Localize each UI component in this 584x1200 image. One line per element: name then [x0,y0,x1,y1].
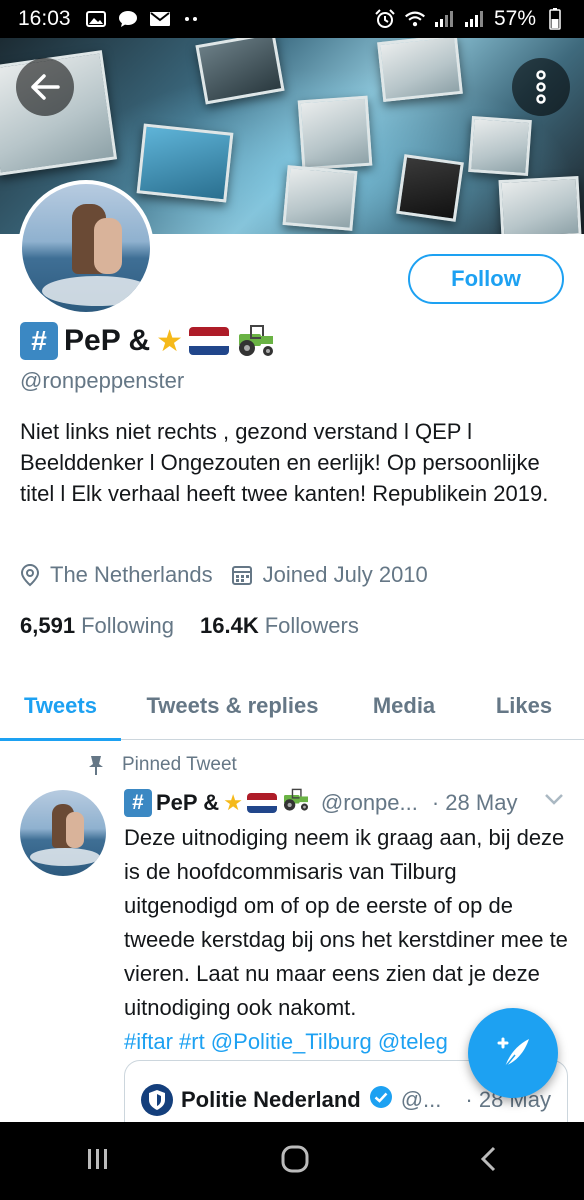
join-date: Joined July 2010 [231,562,428,588]
compose-feather-icon [497,1037,529,1068]
following-label: Following [81,613,174,638]
follow-button[interactable]: Follow [408,254,564,304]
status-bar: 16:03 57% [0,0,584,38]
join-date-text: Joined July 2010 [262,562,428,587]
tab-media[interactable]: Media [344,672,464,740]
system-nav-bar [0,1122,584,1200]
tab-tweets[interactable]: Tweets [0,672,121,741]
netherlands-flag-icon [189,327,230,355]
compose-tweet-button[interactable] [468,1008,558,1098]
more-options-button[interactable] [512,58,570,116]
tractor-emoji-icon [281,788,311,818]
tweet-options-button[interactable] [544,792,564,810]
netherlands-flag-icon [246,793,277,813]
location-pin-icon [20,563,40,587]
signal-icon-2 [464,10,486,28]
followers-stat[interactable]: 16.4K Followers [200,613,359,639]
calendar-icon [231,566,252,585]
politie-logo-icon [141,1084,173,1116]
tab-likes[interactable]: Likes [464,672,584,740]
chevron-down-icon [545,794,563,805]
tractor-emoji-icon [235,324,277,358]
display-name: PeP & [64,324,151,357]
location: The Netherlands [20,562,213,588]
followers-count: 16.4K [200,613,259,638]
following-count: 6,591 [20,613,76,638]
quoted-author-handle: @... [400,1087,442,1112]
more-vertical-icon [536,70,546,104]
hash-emoji-icon: # [20,322,58,360]
tweet-hashtags-mentions[interactable]: #iftar #rt @Politie_Tilburg @teleg [124,1029,448,1054]
mail-icon [149,10,171,28]
profile-meta: The Netherlands Joined July 2010 [20,562,446,588]
verified-badge-icon [369,1085,393,1115]
tweet-date: · 28 May [431,790,518,815]
more-notifications-icon [181,10,203,28]
followers-label: Followers [264,613,359,638]
display-name-row: # PeP & ★ [20,322,277,360]
follow-stats: 6,591 Following 16.4K Followers [20,613,385,639]
chat-icon [117,10,139,28]
tweet-header: # PeP & ★ @ronpe... · 28 May [124,788,517,818]
tweet-text: Deze uitnodiging neem ik graag aan, bij … [124,825,568,1020]
location-text: The Netherlands [50,562,213,587]
battery-percent: 57% [493,7,536,30]
profile-avatar[interactable] [18,180,154,316]
profile-handle: @ronpeppenster [20,368,185,393]
back-nav-icon[interactable] [479,1145,499,1178]
star-emoji-icon: ★ [223,790,243,815]
hash-emoji-icon: # [124,789,152,817]
signal-icon [434,10,456,28]
profile-tabs: Tweets Tweets & replies Media Likes [0,672,584,741]
pinned-indicator: Pinned Tweet [88,754,237,776]
profile-bio: Niet links niet rechts , gezond verstand… [20,419,549,506]
wifi-icon [404,10,426,28]
star-emoji-icon: ★ [156,324,184,358]
back-arrow-icon [31,74,60,100]
back-button[interactable] [16,58,74,116]
tweet-avatar[interactable] [20,790,106,876]
tab-tweets-replies[interactable]: Tweets & replies [121,672,344,740]
pinned-label: Pinned Tweet [122,754,237,775]
following-stat[interactable]: 6,591 Following [20,613,174,639]
battery-icon [544,8,566,30]
gallery-icon [85,10,107,28]
home-icon[interactable] [280,1144,310,1179]
recent-apps-icon[interactable] [85,1146,111,1177]
quoted-author-name: Politie Nederland [181,1087,361,1112]
tweet-author-handle: @ronpe... [320,790,418,815]
pin-icon [89,756,103,775]
alarm-icon [374,9,396,28]
tweet-author-name: PeP & [156,790,220,815]
status-time: 16:03 [18,7,71,30]
